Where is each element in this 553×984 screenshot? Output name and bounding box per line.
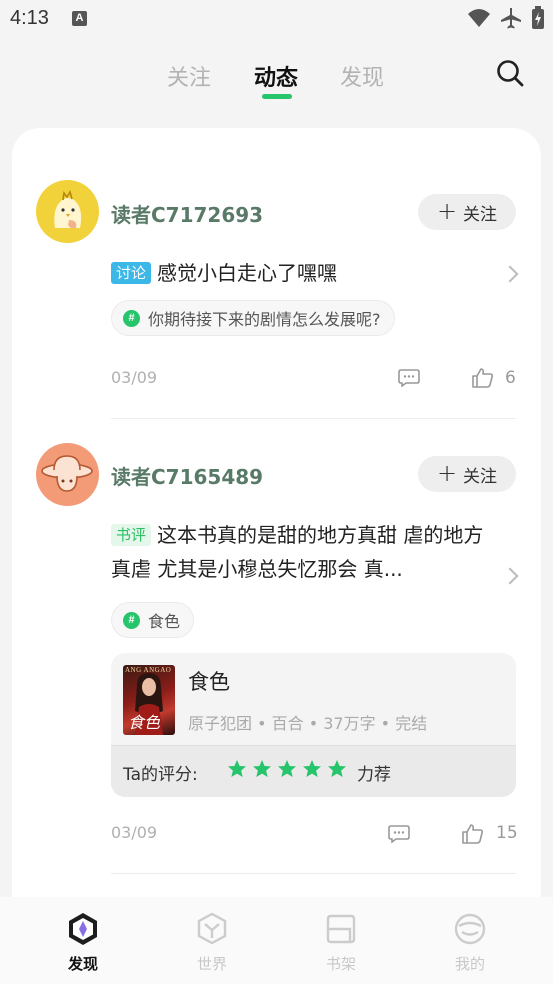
discover-icon [69,913,97,945]
status-time: 4:13 [10,7,49,29]
bookshelf-icon [326,914,356,944]
chick-avatar-icon [54,190,82,229]
top-tabs: 关注 动态 发现 [0,52,553,102]
post-content[interactable]: 讨论 感觉小白走心了嘿嘿 [111,256,516,290]
comment-icon[interactable] [388,825,410,843]
avatar[interactable] [36,180,99,243]
tab-following[interactable]: 关注 [167,60,211,92]
star-icon [278,760,296,777]
comment-icon[interactable] [398,369,420,387]
world-icon [197,912,227,945]
profile-icon [454,913,486,945]
topic-chip[interactable]: # 食色 [111,602,195,638]
topic-chip[interactable]: # 你期待接下来的剧情怎么发展呢? [111,300,395,336]
username[interactable]: 读者C7165489 [111,461,263,490]
tab-indicator [262,94,292,99]
tab-discover[interactable]: 发现 [340,60,384,92]
nav-label: 世界 [196,955,227,973]
post-text: 感觉小白走心了嘿嘿 [157,261,338,285]
hashtag-icon: # [123,611,140,629]
star-icon [228,760,246,777]
post-content[interactable]: 书评 这本书真的是甜的地方真甜 虐的地方真虐 尤其是小穆总失忆那会 真... [111,518,497,586]
plus-icon: + [436,458,458,487]
discuss-tag: 讨论 [111,262,152,284]
book-title: 食色 [188,670,230,694]
like-count: 6 [505,368,516,388]
book-cover: ANG ANGAO 食色 [123,665,175,735]
like-icon[interactable] [472,368,494,388]
post-text: 这本书真的是甜的地方真甜 虐的地方真虐 尤其是小穆总失忆那会 真... [111,523,484,581]
plus-icon: + [436,196,458,225]
like-icon[interactable] [462,824,484,844]
search-icon[interactable] [495,58,525,88]
follow-label: 关注 [463,204,498,225]
follow-button[interactable]: + 关注 [418,456,516,492]
like-count: 15 [496,823,518,843]
keyboard-indicator-icon: A [72,11,87,26]
rating-word: 力荐 [357,765,391,785]
wifi-icon [468,9,490,27]
review-tag: 书评 [111,524,152,546]
chevron-right-icon[interactable] [501,567,519,585]
nav-item-discover[interactable]: 发现 [43,911,123,974]
follow-button[interactable]: + 关注 [418,194,516,230]
airplane-icon [501,8,521,29]
hat-avatar-icon [41,455,93,492]
post-date: 03/09 [111,368,158,387]
rating-stars [227,759,347,779]
follow-label: 关注 [463,466,498,487]
tab-feed[interactable]: 动态 [254,60,298,92]
book-card[interactable]: ANG ANGAO 食色 食色 原子犯团 • 百合 • 37万字 • 完结 Ta… [111,653,516,797]
book-meta: 原子犯团 • 百合 • 37万字 • 完结 [188,714,428,733]
status-bar: 4:13 A [0,0,553,40]
avatar[interactable] [36,443,99,506]
nav-item-world[interactable]: 世界 [172,911,252,974]
username[interactable]: 读者C7172693 [111,199,263,228]
battery-icon [532,6,544,29]
hashtag-icon: # [123,309,140,327]
nav-label: 我的 [454,955,485,973]
nav-label: 书架 [325,955,356,973]
status-icons [467,6,545,30]
rating-label: Ta的评分: [123,765,198,785]
nav-item-bookshelf[interactable]: 书架 [301,911,381,974]
book-cover-title: 食色 [128,713,161,732]
book-rating: Ta的评分: 力荐 [111,745,516,797]
feed-card: 读者C7172693 + 关注 讨论 感觉小白走心了嘿嘿 # 你期待接下来的剧情怎… [12,128,541,984]
topic-label: 你期待接下来的剧情怎么发展呢? [148,310,381,329]
post-divider [111,873,516,874]
post-date: 03/09 [111,823,158,842]
star-icon [303,760,321,777]
bottom-nav: 发现 世界 书架 我的 [0,897,553,984]
star-icon [253,760,271,777]
post-divider [111,418,516,419]
star-icon [328,760,346,777]
nav-item-profile[interactable]: 我的 [430,911,510,974]
topic-label: 食色 [148,612,181,631]
nav-label: 发现 [67,955,98,973]
